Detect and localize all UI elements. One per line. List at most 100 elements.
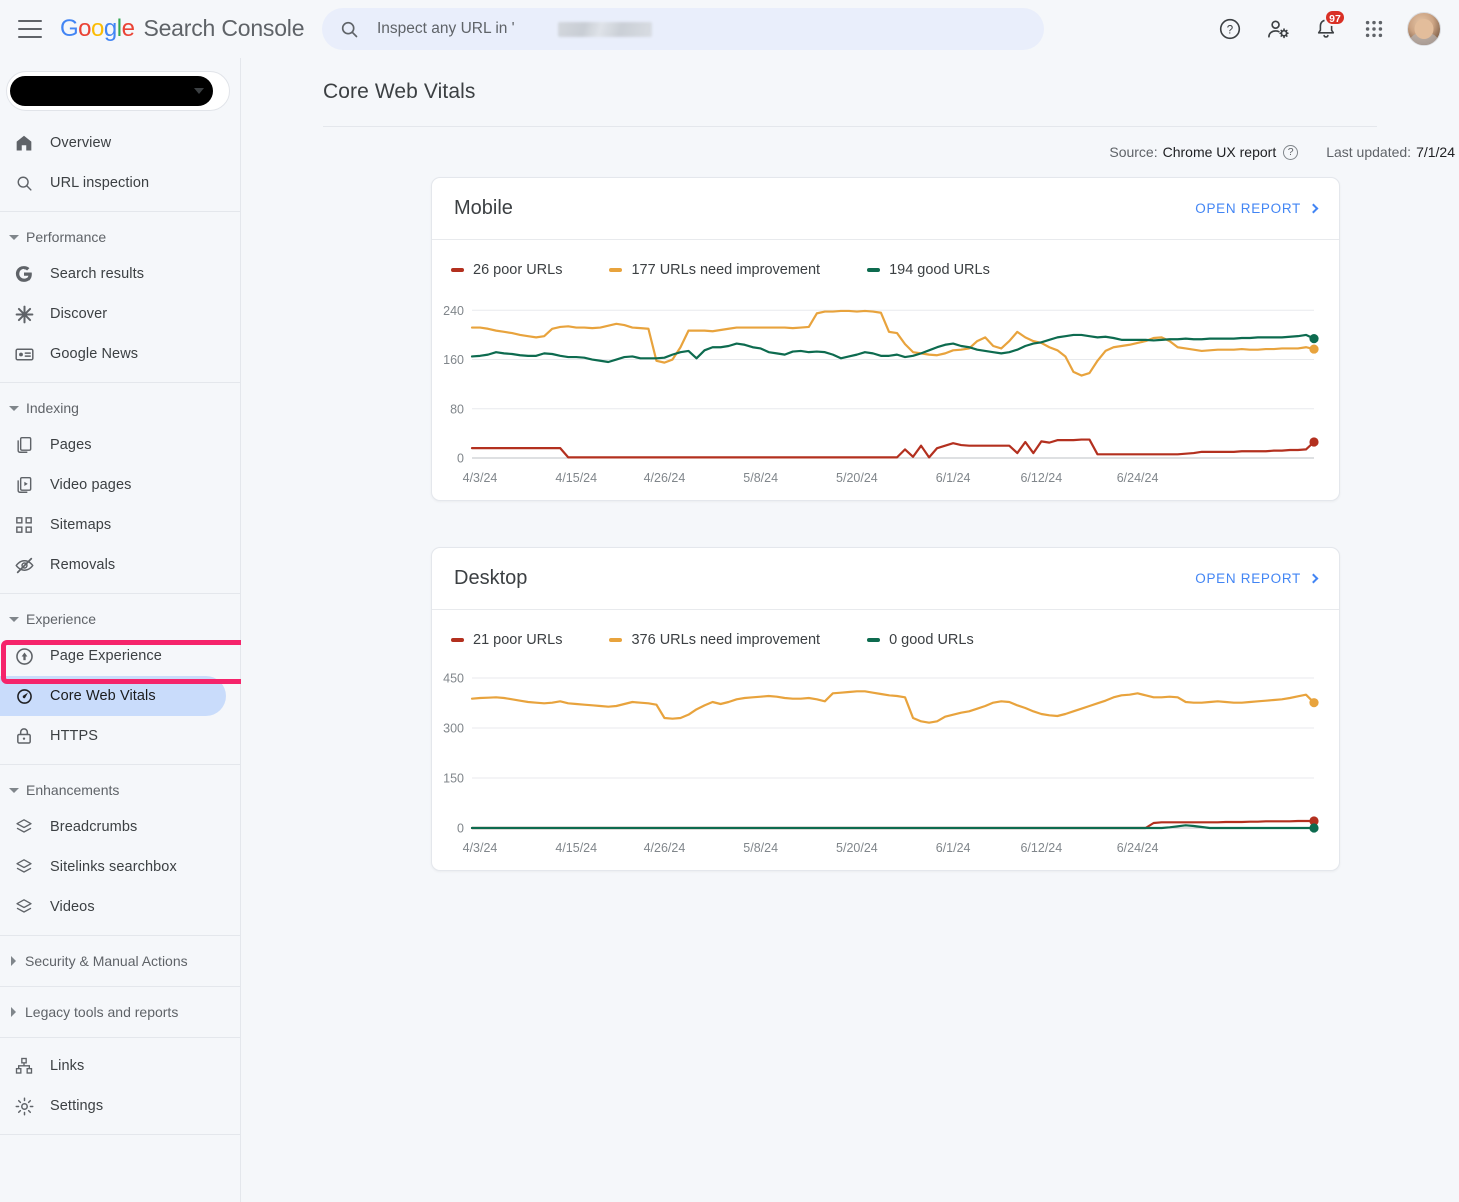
legend-item-needs-improvement[interactable]: 177 URLs need improvement bbox=[609, 262, 820, 278]
menu-icon[interactable] bbox=[18, 20, 42, 38]
notification-badge: 97 bbox=[1324, 9, 1346, 26]
sidebar-item-pages[interactable]: Pages bbox=[0, 425, 226, 465]
help-icon[interactable]: ? bbox=[1207, 6, 1253, 52]
svg-text:6/24/24: 6/24/24 bbox=[1117, 841, 1159, 855]
sidebar-group-legacy-tools[interactable]: Legacy tools and reports bbox=[0, 995, 240, 1029]
svg-text:6/12/24: 6/12/24 bbox=[1020, 471, 1062, 485]
sidebar-label: Sitemaps bbox=[50, 517, 112, 533]
svg-text:300: 300 bbox=[443, 722, 464, 736]
card-header: Desktop OPEN REPORT bbox=[432, 548, 1339, 610]
bell-icon[interactable]: 97 bbox=[1303, 6, 1349, 52]
last-updated-value: 7/1/24 bbox=[1416, 144, 1455, 160]
legend-item-poor[interactable]: 26 poor URLs bbox=[451, 262, 562, 278]
chevron-down-icon bbox=[194, 88, 204, 94]
divider bbox=[0, 986, 240, 987]
divider bbox=[0, 593, 240, 594]
eye-off-icon bbox=[12, 553, 36, 577]
sidebar-item-links[interactable]: Links bbox=[0, 1046, 226, 1086]
sidebar-group-indexing[interactable]: Indexing bbox=[0, 391, 240, 425]
sidebar-item-search-results[interactable]: Search results bbox=[0, 254, 226, 294]
sidebar-item-sitemaps[interactable]: Sitemaps bbox=[0, 505, 226, 545]
sidebar-label: Settings bbox=[50, 1098, 104, 1114]
legend-item-good[interactable]: 0 good URLs bbox=[867, 632, 974, 648]
news-card-icon bbox=[12, 342, 36, 366]
sidebar-item-core-web-vitals[interactable]: Core Web Vitals bbox=[0, 676, 226, 716]
legend-item-good[interactable]: 194 good URLs bbox=[867, 262, 990, 278]
svg-text:5/20/24: 5/20/24 bbox=[836, 471, 878, 485]
sidebar-group-security-manual-actions[interactable]: Security & Manual Actions bbox=[0, 944, 240, 978]
sidebar-item-overview[interactable]: Overview bbox=[0, 123, 226, 163]
desktop-card: Desktop OPEN REPORT 21 poor URLs 376 URL… bbox=[431, 547, 1340, 871]
sidebar-label: Discover bbox=[50, 306, 108, 322]
app-title: Search Console bbox=[143, 15, 305, 41]
group-label: Enhancements bbox=[26, 782, 120, 798]
svg-text:5/8/24: 5/8/24 bbox=[743, 471, 778, 485]
sidebar-nav: Overview URL inspection Performance Sear… bbox=[0, 123, 240, 1135]
user-avatar[interactable] bbox=[1407, 12, 1441, 46]
svg-text:?: ? bbox=[1227, 24, 1233, 36]
page-experience-icon bbox=[12, 644, 36, 668]
svg-text:0: 0 bbox=[457, 452, 464, 466]
sidebar-label: Videos bbox=[50, 899, 95, 915]
last-updated-label: Last updated: bbox=[1326, 144, 1412, 160]
sidebar-group-performance[interactable]: Performance bbox=[0, 220, 240, 254]
sidebar-item-https[interactable]: HTTPS bbox=[0, 716, 226, 756]
open-report-link-desktop[interactable]: OPEN REPORT bbox=[1195, 571, 1319, 586]
sidebar-label: Search results bbox=[50, 266, 145, 282]
sidebar-item-removals[interactable]: Removals bbox=[0, 545, 226, 585]
sidebar-label: HTTPS bbox=[50, 728, 99, 744]
svg-text:450: 450 bbox=[443, 672, 464, 686]
help-circle-icon[interactable]: ? bbox=[1283, 144, 1299, 160]
desktop-legend: 21 poor URLs 376 URLs need improvement 0… bbox=[432, 610, 1339, 648]
sidebar-item-google-news[interactable]: Google News bbox=[0, 334, 226, 374]
svg-text:6/1/24: 6/1/24 bbox=[936, 471, 971, 485]
sidebar-label: Removals bbox=[50, 557, 116, 573]
sidebar-item-settings[interactable]: Settings bbox=[0, 1086, 226, 1126]
svg-text:6/24/24: 6/24/24 bbox=[1117, 471, 1159, 485]
sidebar-label: Google News bbox=[50, 346, 139, 362]
caret-down-icon bbox=[9, 616, 19, 622]
svg-text:5/20/24: 5/20/24 bbox=[836, 841, 878, 855]
open-report-label: OPEN REPORT bbox=[1195, 201, 1301, 216]
layers-icon bbox=[12, 895, 36, 919]
legend-item-poor[interactable]: 21 poor URLs bbox=[451, 632, 562, 648]
legend-label: 21 poor URLs bbox=[473, 632, 563, 648]
search-input[interactable] bbox=[377, 8, 1044, 50]
sidebar-item-breadcrumbs[interactable]: Breadcrumbs bbox=[0, 807, 226, 847]
sidebar-item-page-experience[interactable]: Page Experience bbox=[0, 636, 226, 676]
svg-text:4/3/24: 4/3/24 bbox=[463, 471, 498, 485]
user-settings-icon[interactable] bbox=[1255, 6, 1301, 52]
sidebar-item-sitelinks-searchbox[interactable]: Sitelinks searchbox bbox=[0, 847, 226, 887]
svg-text:80: 80 bbox=[450, 402, 464, 416]
caret-down-icon bbox=[9, 787, 19, 793]
legend-swatch-poor bbox=[451, 638, 464, 642]
sidebar-item-discover[interactable]: Discover bbox=[0, 294, 226, 334]
divider bbox=[0, 1037, 240, 1038]
gear-icon bbox=[12, 1094, 36, 1118]
sidebar-item-url-inspection[interactable]: URL inspection bbox=[0, 163, 226, 203]
group-label: Indexing bbox=[26, 400, 79, 416]
layers-icon bbox=[12, 855, 36, 879]
lock-icon bbox=[12, 724, 36, 748]
open-report-link-mobile[interactable]: OPEN REPORT bbox=[1195, 201, 1319, 216]
url-inspection-search[interactable] bbox=[322, 8, 1044, 50]
google-g-icon bbox=[12, 262, 36, 286]
legend-swatch-needs-improvement bbox=[609, 638, 623, 642]
sidebar-item-video-pages[interactable]: Video pages bbox=[0, 465, 226, 505]
chevron-right-icon bbox=[1308, 203, 1319, 214]
legend-swatch-good bbox=[867, 268, 881, 272]
legend-swatch-poor bbox=[451, 268, 464, 272]
legend-swatch-needs-improvement bbox=[609, 268, 623, 272]
sidebar-item-videos[interactable]: Videos bbox=[0, 887, 226, 927]
sidebar-label: Breadcrumbs bbox=[50, 819, 138, 835]
apps-grid-icon[interactable] bbox=[1351, 6, 1397, 52]
divider bbox=[0, 764, 240, 765]
mobile-chart[interactable]: 0 80 160 240 4/3/24 4/15/24 4/26/24 5/8/24 5/20/… bbox=[432, 278, 1339, 500]
legend-item-needs-improvement[interactable]: 376 URLs need improvement bbox=[609, 632, 820, 648]
property-selector[interactable] bbox=[6, 71, 230, 111]
svg-text:4/15/24: 4/15/24 bbox=[555, 841, 597, 855]
sidebar-label: Page Experience bbox=[50, 648, 162, 664]
sidebar-group-enhancements[interactable]: Enhancements bbox=[0, 773, 240, 807]
sidebar-group-experience[interactable]: Experience bbox=[0, 602, 240, 636]
desktop-chart[interactable]: 0 150 300 450 4/3/24 4/15/24 4/26/24 5/8/24 5/20… bbox=[432, 648, 1339, 870]
